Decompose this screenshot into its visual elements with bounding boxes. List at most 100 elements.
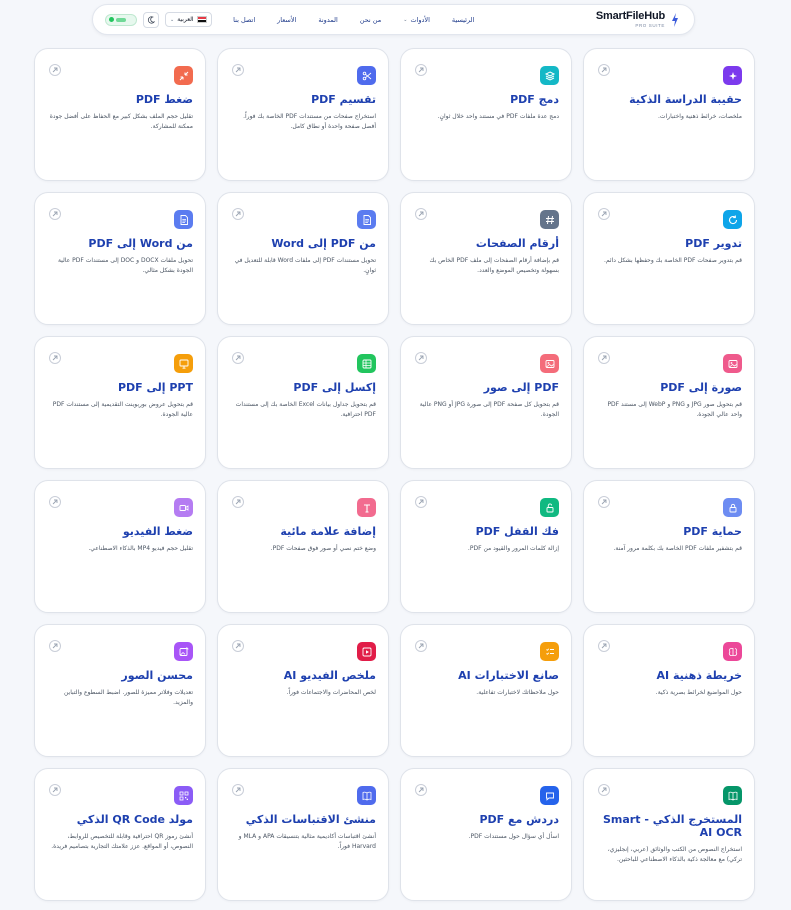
tool-title: فك القفل PDF — [475, 525, 559, 538]
arrow-up-right-icon[interactable] — [598, 640, 610, 652]
tool-card[interactable]: حماية PDF قم بتشفير ملفات PDF الخاصة بك … — [583, 480, 755, 613]
arrow-up-right-icon[interactable] — [415, 64, 427, 76]
arrow-up-right-icon[interactable] — [49, 784, 61, 796]
tool-card[interactable]: من Word إلى PDF تحويل ملفات DOCX و DOC إ… — [34, 192, 206, 325]
arrow-up-right-icon[interactable] — [415, 496, 427, 508]
arrow-up-right-icon[interactable] — [415, 352, 427, 364]
tool-card[interactable]: خريطة ذهنية AI حول المواضيع لخرائط بصرية… — [583, 624, 755, 757]
arrow-up-right-icon[interactable] — [415, 784, 427, 796]
arrow-up-right-icon[interactable] — [232, 496, 244, 508]
chevron-down-icon: ⌄ — [170, 16, 175, 23]
tool-description: ملخصات، خرائط ذهنية واختبارات. — [658, 112, 742, 120]
tool-card[interactable]: من PDF إلى Word تحويل مستندات PDF إلى مل… — [217, 192, 389, 325]
nav-pricing[interactable]: الأسعار — [277, 16, 296, 24]
tool-title: من PDF إلى Word — [271, 237, 376, 250]
arrow-up-right-icon[interactable] — [598, 352, 610, 364]
arrow-up-right-icon[interactable] — [598, 208, 610, 220]
tool-card[interactable]: PDF إلى صور قم بتحويل كل صفحة PDF إلى صو… — [400, 336, 572, 469]
tool-card[interactable]: حقيبة الدراسة الذكية ملخصات، خرائط ذهنية… — [583, 48, 755, 181]
chevron-down-icon: ⌄ — [403, 16, 408, 23]
tool-description: دمج عدة ملفات PDF في مستند واحد خلال ثوا… — [437, 112, 559, 120]
nav-contact[interactable]: اتصل بنا — [233, 16, 255, 24]
language-label: العربية — [177, 16, 194, 23]
nav-pricing-label: الأسعار — [277, 15, 297, 24]
nav-home[interactable]: الرئيسية — [452, 16, 474, 24]
checklist-icon — [540, 642, 559, 661]
tool-card[interactable]: PPT إلى PDF قم بتحويل عروض بوربوينت التق… — [34, 336, 206, 469]
tool-card[interactable]: تقسيم PDF استخراج صفحات من مستندات PDF ا… — [217, 48, 389, 181]
nav-about[interactable]: من نحن — [360, 16, 381, 24]
arrow-up-right-icon[interactable] — [232, 784, 244, 796]
tool-card[interactable]: ملخص الفيديو AI لخص المحاضرات والاجتماعا… — [217, 624, 389, 757]
file-word-icon — [357, 210, 376, 229]
tool-card[interactable]: فك القفل PDF إزالة كلمات المرور والقيود … — [400, 480, 572, 613]
arrow-up-right-icon[interactable] — [415, 208, 427, 220]
arrow-up-right-icon[interactable] — [49, 352, 61, 364]
brand-subtitle: PRO SUITE — [635, 22, 665, 28]
nav-home-label: الرئيسية — [451, 15, 475, 24]
arrow-up-right-icon[interactable] — [415, 640, 427, 652]
language-selector[interactable]: العربية ⌄ — [165, 12, 212, 27]
tool-title: دردش مع PDF — [479, 813, 559, 826]
tool-description: حول المواضيع لخرائط بصرية ذكية. — [655, 688, 742, 696]
unlock-icon — [540, 498, 559, 517]
theme-toggle-button[interactable] — [143, 11, 159, 28]
tool-card[interactable]: إكسل إلى PDF قم بتحويل جداول بيانات Exce… — [217, 336, 389, 469]
tool-card[interactable]: إضافة علامة مائية وضع ختم نصي أو صور فوق… — [217, 480, 389, 613]
tools-grid: حقيبة الدراسة الذكية ملخصات، خرائط ذهنية… — [32, 48, 755, 901]
arrow-up-right-icon[interactable] — [49, 496, 61, 508]
nav-blog[interactable]: المدونة — [318, 16, 337, 24]
arrow-up-right-icon[interactable] — [598, 784, 610, 796]
tool-title: PDF إلى صور — [483, 381, 559, 394]
tool-description: استخراج النصوص من الكتب والوثائق (عربي، … — [607, 845, 742, 864]
compress-icon — [174, 66, 193, 85]
tool-card[interactable]: ضغط PDF تقليل حجم الملف بشكل كبير مع الح… — [34, 48, 206, 181]
tool-card[interactable]: دمج PDF دمج عدة ملفات PDF في مستند واحد … — [400, 48, 572, 181]
arrow-up-right-icon[interactable] — [232, 64, 244, 76]
toggle-track — [116, 17, 126, 22]
tool-card[interactable]: تدوير PDF قم بتدوير صفحات PDF الخاصة بك … — [583, 192, 755, 325]
tool-card[interactable]: ضغط الفيديو تقليل حجم فيديو MP4 بالذكاء … — [34, 480, 206, 613]
nav-tools-label: الأدوات — [410, 15, 430, 24]
tool-card[interactable]: منشئ الاقتباسات الذكي أنشئ اقتباسات أكاد… — [217, 768, 389, 901]
tool-description: تقليل حجم الملف بشكل كبير مع الحفاظ على … — [49, 112, 193, 131]
tool-card[interactable]: أرقام الصفحات قم بإضافة أرقام الصفحات إل… — [400, 192, 572, 325]
tool-card[interactable]: دردش مع PDF اسأل أي سؤال حول مستندات PDF… — [400, 768, 572, 901]
tool-title: خريطة ذهنية AI — [656, 669, 742, 682]
tool-title: المستخرج الذكي - Smart AI OCR — [603, 813, 742, 839]
tool-description: تحويل مستندات PDF إلى ملفات Word قابلة ل… — [234, 256, 376, 275]
tool-description: اسأل أي سؤال حول مستندات PDF. — [468, 832, 559, 840]
nav-tools[interactable]: الأدوات ⌄ — [403, 16, 430, 24]
tool-title: حقيبة الدراسة الذكية — [629, 93, 742, 106]
tool-description: قم بتدوير صفحات PDF الخاصة بك وحفظها بشك… — [604, 256, 742, 264]
tool-card[interactable]: صانع الاختبارات AI حول ملاحظاتك لاختبارا… — [400, 624, 572, 757]
arrow-up-right-icon[interactable] — [49, 64, 61, 76]
tool-description: قم بتحويل صور JPG و PNG و WebP إلى مستند… — [607, 400, 742, 419]
tool-description: قم بتحويل كل صفحة PDF إلى صورة JPG أو PN… — [419, 400, 559, 419]
arrow-up-right-icon[interactable] — [49, 640, 61, 652]
tool-title: صانع الاختبارات AI — [458, 669, 559, 682]
book-open-icon — [357, 786, 376, 805]
tool-card[interactable]: محسن الصور تعديلات وفلاتر مميزة للصور. ا… — [34, 624, 206, 757]
nav-about-label: من نحن — [359, 15, 382, 24]
tool-card[interactable]: مولد QR Code الذكي أنشئ رموز QR احترافية… — [34, 768, 206, 901]
tool-description: قم بتحويل جداول بيانات Excel الخاصة بك إ… — [235, 400, 376, 419]
brand[interactable]: SmartFileHub PRO SUITE — [596, 10, 680, 29]
tool-description: أنشئ رموز QR احترافية وقابلة للتخصيص للر… — [51, 832, 193, 851]
tool-card[interactable]: صورة إلى PDF قم بتحويل صور JPG و PNG و W… — [583, 336, 755, 469]
tool-title: دمج PDF — [510, 93, 559, 106]
tool-card[interactable]: المستخرج الذكي - Smart AI OCR استخراج ال… — [583, 768, 755, 901]
tool-title: مولد QR Code الذكي — [76, 813, 193, 826]
arrow-up-right-icon[interactable] — [49, 208, 61, 220]
status-toggle[interactable] — [105, 13, 137, 26]
nav-blog-label: المدونة — [318, 15, 338, 24]
arrow-up-right-icon[interactable] — [232, 640, 244, 652]
tool-title: ضغط الفيديو — [122, 525, 193, 538]
arrow-up-right-icon[interactable] — [598, 64, 610, 76]
tool-description: إزالة كلمات المرور والقيود من PDF. — [467, 544, 559, 552]
arrow-up-right-icon[interactable] — [232, 352, 244, 364]
tool-description: لخص المحاضرات والاجتماعات فوراً. — [286, 688, 376, 696]
arrow-up-right-icon[interactable] — [232, 208, 244, 220]
arrow-up-right-icon[interactable] — [598, 496, 610, 508]
scissors-icon — [357, 66, 376, 85]
